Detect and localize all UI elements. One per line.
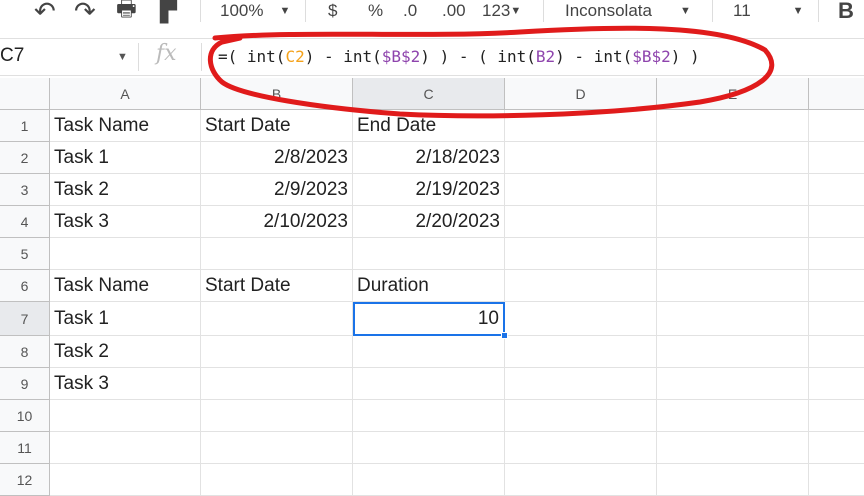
red-annotation-circle [207, 25, 775, 119]
